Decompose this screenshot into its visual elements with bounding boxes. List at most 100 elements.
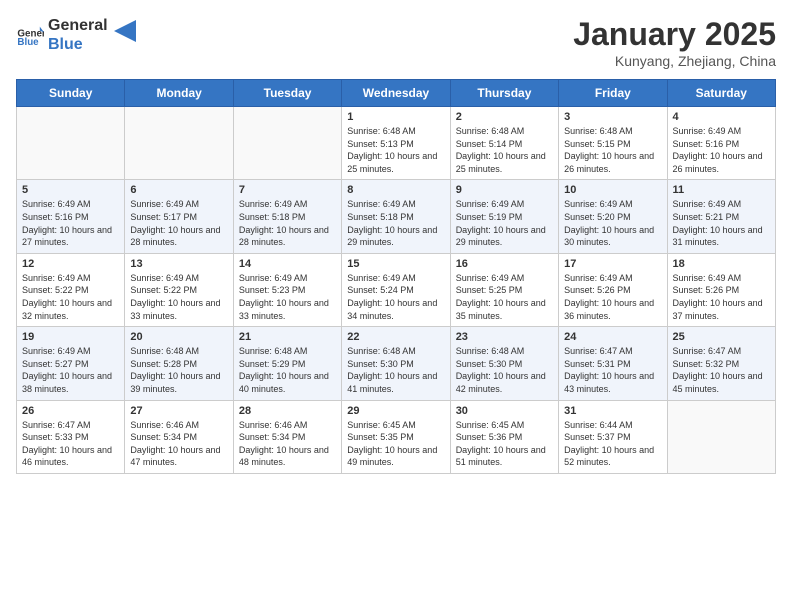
weekday-header-sunday: Sunday <box>17 80 125 107</box>
day-number: 22 <box>347 331 444 343</box>
day-info: Sunrise: 6:49 AMSunset: 5:18 PMDaylight:… <box>239 198 336 248</box>
calendar-week-row: 5Sunrise: 6:49 AMSunset: 5:16 PMDaylight… <box>17 180 776 253</box>
day-info: Sunrise: 6:48 AMSunset: 5:29 PMDaylight:… <box>239 345 336 395</box>
day-info: Sunrise: 6:48 AMSunset: 5:13 PMDaylight:… <box>347 125 444 175</box>
weekday-header-friday: Friday <box>559 80 667 107</box>
calendar-day-cell <box>17 107 125 180</box>
calendar-day-cell: 31 Sunrise: 6:44 AMSunset: 5:37 PMDayligh… <box>559 400 667 473</box>
day-number: 3 <box>564 111 661 123</box>
calendar-day-cell <box>233 107 341 180</box>
weekday-header-tuesday: Tuesday <box>233 80 341 107</box>
day-info: Sunrise: 6:49 AMSunset: 5:26 PMDaylight:… <box>673 272 770 322</box>
calendar-day-cell: 19Sunrise: 6:49 AMSunset: 5:27 PMDayligh… <box>17 327 125 400</box>
calendar-day-cell: 18 Sunrise: 6:49 AMSunset: 5:26 PMDayligh… <box>667 253 775 326</box>
calendar-day-cell: 25 Sunrise: 6:47 AMSunset: 5:32 PMDayligh… <box>667 327 775 400</box>
day-number: 23 <box>456 331 553 343</box>
day-number: 29 <box>347 405 444 417</box>
weekday-header-monday: Monday <box>125 80 233 107</box>
day-info: Sunrise: 6:48 AMSunset: 5:28 PMDaylight:… <box>130 345 227 395</box>
calendar-week-row: 12 Sunrise: 6:49 AMSunset: 5:22 PMDayligh… <box>17 253 776 326</box>
day-info: Sunrise: 6:49 AMSunset: 5:26 PMDaylight:… <box>564 272 661 322</box>
day-number: 14 <box>239 258 336 270</box>
calendar-day-cell: 30 Sunrise: 6:45 AMSunset: 5:36 PMDayligh… <box>450 400 558 473</box>
calendar-day-cell: 24 Sunrise: 6:47 AMSunset: 5:31 PMDayligh… <box>559 327 667 400</box>
day-number: 13 <box>130 258 227 270</box>
day-number: 15 <box>347 258 444 270</box>
logo: General Blue General Blue <box>16 16 136 54</box>
calendar-day-cell: 13 Sunrise: 6:49 AMSunset: 5:22 PMDayligh… <box>125 253 233 326</box>
day-info: Sunrise: 6:48 AMSunset: 5:30 PMDaylight:… <box>347 345 444 395</box>
page-header: General Blue General Blue January 2025 K… <box>16 16 776 69</box>
calendar-day-cell: 5Sunrise: 6:49 AMSunset: 5:16 PMDaylight… <box>17 180 125 253</box>
day-info: Sunrise: 6:49 AMSunset: 5:22 PMDaylight:… <box>130 272 227 322</box>
day-info: Sunrise: 6:46 AMSunset: 5:34 PMDaylight:… <box>239 419 336 469</box>
month-title: January 2025 <box>573 16 776 53</box>
calendar-day-cell: 2Sunrise: 6:48 AMSunset: 5:14 PMDaylight… <box>450 107 558 180</box>
calendar-day-cell: 12 Sunrise: 6:49 AMSunset: 5:22 PMDayligh… <box>17 253 125 326</box>
day-number: 11 <box>673 184 770 196</box>
calendar-day-cell: 3 Sunrise: 6:48 AMSunset: 5:15 PMDaylight… <box>559 107 667 180</box>
day-info: Sunrise: 6:47 AMSunset: 5:33 PMDaylight:… <box>22 419 119 469</box>
calendar-day-cell: 17 Sunrise: 6:49 AMSunset: 5:26 PMDayligh… <box>559 253 667 326</box>
calendar-day-cell: 10 Sunrise: 6:49 AMSunset: 5:20 PMDayligh… <box>559 180 667 253</box>
day-info: Sunrise: 6:48 AMSunset: 5:15 PMDaylight:… <box>564 125 661 175</box>
calendar-day-cell: 4 Sunrise: 6:49 AMSunset: 5:16 PMDaylight… <box>667 107 775 180</box>
day-number: 1 <box>347 111 444 123</box>
calendar-day-cell: 9Sunrise: 6:49 AMSunset: 5:19 PMDaylight… <box>450 180 558 253</box>
day-info: Sunrise: 6:47 AMSunset: 5:31 PMDaylight:… <box>564 345 661 395</box>
calendar-day-cell: 20 Sunrise: 6:48 AMSunset: 5:28 PMDayligh… <box>125 327 233 400</box>
day-number: 10 <box>564 184 661 196</box>
calendar-day-cell: 21Sunrise: 6:48 AMSunset: 5:29 PMDayligh… <box>233 327 341 400</box>
day-number: 4 <box>673 111 770 123</box>
day-info: Sunrise: 6:45 AMSunset: 5:36 PMDaylight:… <box>456 419 553 469</box>
day-number: 18 <box>673 258 770 270</box>
weekday-header-thursday: Thursday <box>450 80 558 107</box>
day-number: 17 <box>564 258 661 270</box>
day-info: Sunrise: 6:49 AMSunset: 5:16 PMDaylight:… <box>22 198 119 248</box>
day-info: Sunrise: 6:49 AMSunset: 5:24 PMDaylight:… <box>347 272 444 322</box>
logo-blue-text: Blue <box>48 35 108 54</box>
calendar-day-cell: 8Sunrise: 6:49 AMSunset: 5:18 PMDaylight… <box>342 180 450 253</box>
calendar-day-cell: 14 Sunrise: 6:49 AMSunset: 5:23 PMDayligh… <box>233 253 341 326</box>
day-info: Sunrise: 6:49 AMSunset: 5:20 PMDaylight:… <box>564 198 661 248</box>
calendar-day-cell: 7 Sunrise: 6:49 AMSunset: 5:18 PMDaylight… <box>233 180 341 253</box>
logo-general-text: General <box>48 16 108 35</box>
day-info: Sunrise: 6:49 AMSunset: 5:16 PMDaylight:… <box>673 125 770 175</box>
day-number: 26 <box>22 405 119 417</box>
calendar-day-cell: 28 Sunrise: 6:46 AMSunset: 5:34 PMDayligh… <box>233 400 341 473</box>
calendar-day-cell: 29 Sunrise: 6:45 AMSunset: 5:35 PMDayligh… <box>342 400 450 473</box>
day-info: Sunrise: 6:45 AMSunset: 5:35 PMDaylight:… <box>347 419 444 469</box>
day-number: 8 <box>347 184 444 196</box>
day-info: Sunrise: 6:49 AMSunset: 5:27 PMDaylight:… <box>22 345 119 395</box>
day-number: 31 <box>564 405 661 417</box>
day-number: 30 <box>456 405 553 417</box>
day-number: 2 <box>456 111 553 123</box>
day-info: Sunrise: 6:47 AMSunset: 5:32 PMDaylight:… <box>673 345 770 395</box>
logo-arrow-icon <box>114 20 136 42</box>
day-number: 24 <box>564 331 661 343</box>
weekday-header-wednesday: Wednesday <box>342 80 450 107</box>
calendar-week-row: 26 Sunrise: 6:47 AMSunset: 5:33 PMDayligh… <box>17 400 776 473</box>
location-title: Kunyang, Zhejiang, China <box>573 53 776 69</box>
day-number: 20 <box>130 331 227 343</box>
weekday-header-row: SundayMondayTuesdayWednesdayThursdayFrid… <box>17 80 776 107</box>
calendar-day-cell: 16Sunrise: 6:49 AMSunset: 5:25 PMDayligh… <box>450 253 558 326</box>
calendar-day-cell: 26 Sunrise: 6:47 AMSunset: 5:33 PMDayligh… <box>17 400 125 473</box>
day-info: Sunrise: 6:48 AMSunset: 5:30 PMDaylight:… <box>456 345 553 395</box>
calendar-day-cell: 6Sunrise: 6:49 AMSunset: 5:17 PMDaylight… <box>125 180 233 253</box>
day-number: 12 <box>22 258 119 270</box>
calendar-day-cell: 11Sunrise: 6:49 AMSunset: 5:21 PMDayligh… <box>667 180 775 253</box>
day-number: 7 <box>239 184 336 196</box>
day-info: Sunrise: 6:49 AMSunset: 5:23 PMDaylight:… <box>239 272 336 322</box>
day-info: Sunrise: 6:44 AMSunset: 5:37 PMDaylight:… <box>564 419 661 469</box>
day-number: 25 <box>673 331 770 343</box>
day-info: Sunrise: 6:49 AMSunset: 5:17 PMDaylight:… <box>130 198 227 248</box>
calendar-day-cell: 22 Sunrise: 6:48 AMSunset: 5:30 PMDayligh… <box>342 327 450 400</box>
day-number: 9 <box>456 184 553 196</box>
calendar-week-row: 1 Sunrise: 6:48 AMSunset: 5:13 PMDaylight… <box>17 107 776 180</box>
calendar-day-cell <box>125 107 233 180</box>
day-number: 28 <box>239 405 336 417</box>
day-info: Sunrise: 6:49 AMSunset: 5:22 PMDaylight:… <box>22 272 119 322</box>
calendar-table: SundayMondayTuesdayWednesdayThursdayFrid… <box>16 79 776 474</box>
calendar-day-cell: 23 Sunrise: 6:48 AMSunset: 5:30 PMDayligh… <box>450 327 558 400</box>
